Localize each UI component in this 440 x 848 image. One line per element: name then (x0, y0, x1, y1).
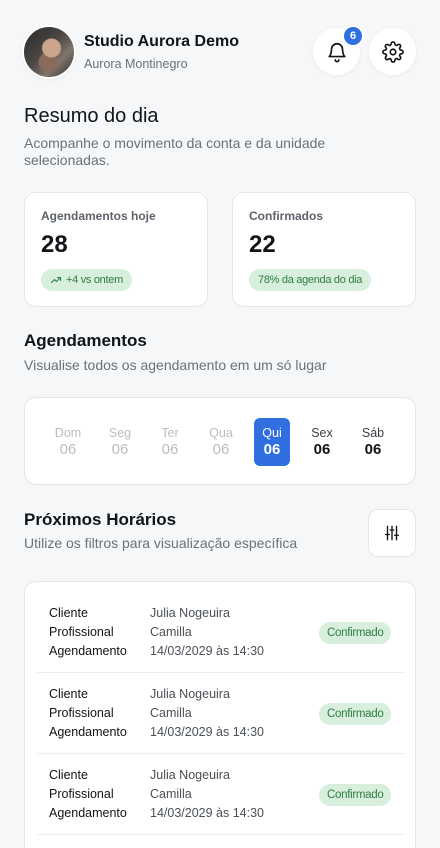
professional-label: Profissional (49, 787, 114, 801)
upcoming-description: Utilize os filtros para visualização esp… (24, 535, 298, 551)
stat-label: Agendamentos hoje (41, 209, 156, 223)
status-badge: Confirmado (319, 622, 392, 644)
day-name: Qua (209, 426, 233, 440)
day-ter[interactable]: Ter 06 (152, 418, 188, 466)
settings-button[interactable] (369, 28, 416, 75)
professional-label: Profissional (49, 625, 114, 639)
day-date: 06 (263, 441, 281, 458)
day-name: Qui (262, 426, 282, 440)
day-date: 06 (59, 441, 77, 458)
schedule-label: Agendamento (49, 806, 127, 820)
day-date: 06 (364, 441, 382, 458)
notification-count-badge: 6 (344, 27, 362, 45)
schedule-value: 14/03/2029 às 14:30 (150, 806, 264, 820)
day-seg[interactable]: Seg 06 (102, 418, 138, 466)
notifications-button[interactable]: 6 (313, 27, 362, 75)
appointment-row[interactable]: Cliente Profissional Agendamento Julia N… (37, 754, 405, 835)
client-value: Julia Nogeuira (150, 768, 230, 782)
day-selector: Dom 06 Seg 06 Ter 06 Qua 06 Qui 06 Sex 0… (24, 397, 416, 485)
client-value: Julia Nogeuira (150, 606, 230, 620)
client-value: Julia Nogeuira (150, 687, 230, 701)
appointments-description: Visualise todos os agendamento em um só … (24, 357, 327, 373)
day-date: 06 (313, 441, 331, 458)
professional-label: Profissional (49, 706, 114, 720)
studio-name[interactable]: Studio Aurora Demo (84, 33, 239, 51)
upcoming-title: Próximos Horários (24, 510, 177, 529)
status-badge: Confirmado (319, 784, 392, 806)
day-name: Sáb (361, 426, 385, 440)
schedule-label: Agendamento (49, 725, 127, 739)
stat-card-appointments-today[interactable]: Agendamentos hoje 28 +4 vs ontem (24, 192, 208, 307)
day-sex[interactable]: Sex 06 (304, 418, 340, 466)
avatar[interactable] (24, 27, 74, 77)
trend-pill-text: +4 vs ontem (66, 274, 123, 286)
stat-value: 28 (41, 231, 68, 258)
client-label: Cliente (49, 687, 88, 701)
sliders-icon (384, 525, 400, 541)
status-badge: Confirmado (319, 703, 392, 725)
day-name: Ter (161, 426, 179, 440)
stat-label: Confirmados (249, 209, 324, 223)
day-date: 06 (161, 441, 179, 458)
filter-button[interactable] (368, 509, 416, 557)
client-label: Cliente (49, 768, 88, 782)
day-dom[interactable]: Dom 06 (50, 418, 86, 466)
user-name: Aurora Montinegro (84, 57, 188, 71)
trending-up-icon (50, 276, 62, 284)
day-sab[interactable]: Sáb 06 (355, 418, 391, 466)
day-date: 06 (212, 441, 230, 458)
stat-value: 22 (249, 231, 276, 258)
day-name: Dom (54, 426, 82, 440)
day-name: Sex (311, 426, 333, 440)
schedule-label: Agendamento (49, 644, 127, 658)
day-name: Seg (108, 426, 132, 440)
professional-value: Camilla (150, 625, 192, 639)
bell-icon (327, 42, 346, 62)
client-label: Cliente (49, 606, 88, 620)
schedule-value: 14/03/2029 às 14:30 (150, 644, 264, 658)
appointments-list: Cliente Profissional Agendamento Julia N… (24, 581, 416, 848)
trend-pill: +4 vs ontem (41, 269, 132, 291)
stat-card-confirmed[interactable]: Confirmados 22 78% da agenda do dia (232, 192, 416, 307)
schedule-value: 14/03/2029 às 14:30 (150, 725, 264, 739)
percentage-pill: 78% da agenda do dia (249, 269, 372, 291)
appointments-title: Agendamentos (24, 331, 147, 350)
summary-description: Acompanhe o movimento da conta e da unid… (24, 135, 326, 168)
day-date: 06 (111, 441, 129, 458)
professional-value: Camilla (150, 706, 192, 720)
percentage-pill-text: 78% da agenda do dia (258, 274, 363, 286)
summary-title: Resumo do dia (24, 105, 159, 127)
professional-value: Camilla (150, 787, 192, 801)
gear-icon (381, 40, 404, 63)
header: Studio Aurora Demo Aurora Montinegro 6 (24, 27, 416, 77)
appointment-row[interactable]: Cliente Profissional Agendamento Julia N… (37, 673, 405, 754)
day-qua[interactable]: Qua 06 (203, 418, 239, 466)
day-qui[interactable]: Qui 06 (254, 418, 290, 466)
appointment-row[interactable]: Cliente Profissional Agendamento Julia N… (37, 592, 405, 673)
